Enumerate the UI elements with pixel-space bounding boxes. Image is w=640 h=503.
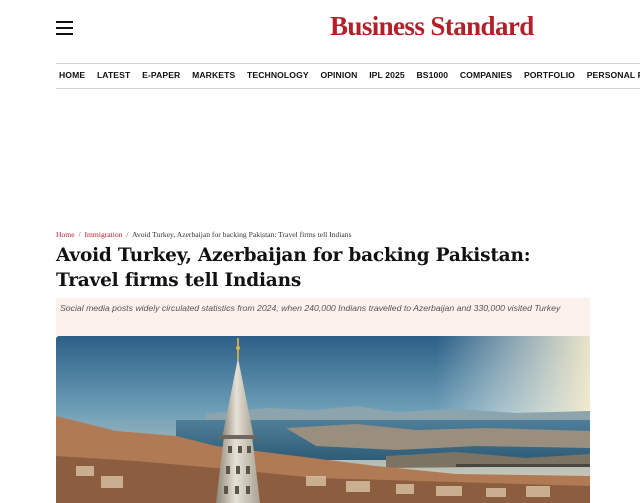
site-logo[interactable]: Business Standard [330, 11, 552, 42]
nav-item-portfolio[interactable]: PORTFOLIO [524, 64, 575, 86]
main-nav: HOME LATEST E-PAPER MARKETS TECHNOLOGY O… [56, 63, 640, 89]
article-title: Avoid Turkey, Azerbaijan for backing Pak… [56, 245, 531, 291]
nav-item-epaper[interactable]: E-PAPER [142, 64, 180, 86]
hero-image [56, 336, 590, 503]
nav-item-bs1000[interactable]: BS1000 [416, 64, 448, 86]
ad-space [56, 90, 590, 225]
breadcrumb: Home / Immigration / Avoid Turkey, Azerb… [56, 230, 596, 239]
breadcrumb-separator: / [126, 230, 129, 239]
article-summary: Social media posts widely circulated sta… [56, 298, 590, 336]
breadcrumb-home[interactable]: Home [56, 230, 75, 239]
nav-item-latest[interactable]: LATEST [97, 64, 130, 86]
breadcrumb-section[interactable]: Immigration [85, 230, 123, 239]
nav-item-technology[interactable]: TECHNOLOGY [247, 64, 309, 86]
nav-item-home[interactable]: HOME [59, 64, 85, 86]
nav-item-markets[interactable]: MARKETS [192, 64, 235, 86]
nav-item-opinion[interactable]: OPINION [320, 64, 357, 86]
breadcrumb-separator: / [78, 230, 81, 239]
nav-item-ipl-2025[interactable]: IPL 2025 [369, 64, 405, 86]
nav-item-personal-finance[interactable]: PERSONAL FINANCE [587, 64, 640, 86]
menu-icon[interactable] [56, 21, 73, 35]
breadcrumb-current: Avoid Turkey, Azerbaijan for backing Pak… [131, 230, 352, 239]
site-header: Business Standard [0, 0, 640, 60]
nav-item-companies[interactable]: COMPANIES [460, 64, 512, 86]
